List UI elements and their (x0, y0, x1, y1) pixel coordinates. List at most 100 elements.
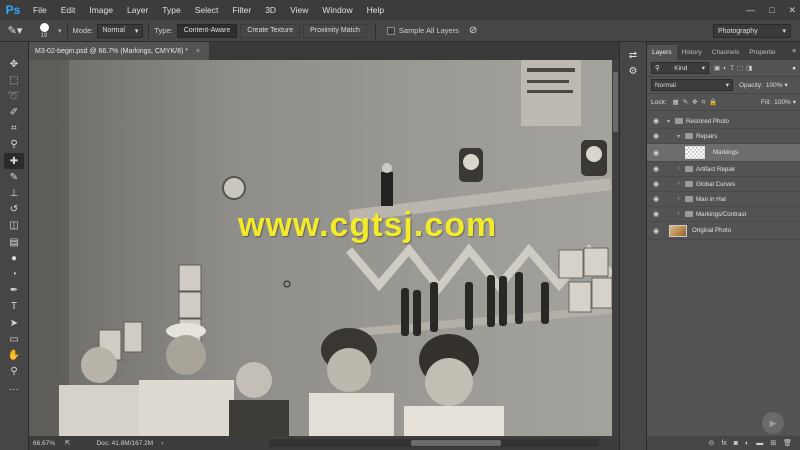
blend-mode-select[interactable]: Normal ▾ (651, 79, 733, 91)
eye-icon[interactable]: ◉ (647, 165, 665, 173)
vertical-scroll-thumb[interactable] (613, 72, 618, 132)
chevron-down-icon[interactable]: ▾ (58, 27, 62, 35)
chevron-down-icon[interactable]: ▾ (784, 81, 787, 89)
quick-select-tool-icon[interactable]: ✐ (4, 105, 24, 121)
zoom-level[interactable]: 66.67% (29, 440, 63, 447)
dodge-tool-icon[interactable]: ◔ (4, 266, 24, 282)
new-layer-icon[interactable]: ⊞ (770, 439, 776, 447)
eye-icon[interactable]: ◉ (647, 210, 665, 218)
vertical-scrollbar[interactable] (612, 60, 619, 436)
document-canvas[interactable] (29, 60, 612, 436)
minimize-button[interactable]: — (746, 5, 755, 15)
spot-healing-brush-icon[interactable]: ✎▾ (0, 20, 30, 42)
tab-properties[interactable]: Propertie (744, 45, 780, 60)
chevron-down-icon[interactable]: ▾ (675, 133, 682, 140)
layer-row-markings-contrast[interactable]: ◉ › Markings/Contrast (647, 207, 800, 222)
layer-row-restored-photo[interactable]: ◉ ▾ Restored Photo (647, 114, 800, 129)
hand-tool-icon[interactable]: ✋ (4, 347, 24, 363)
menu-layer[interactable]: Layer (120, 5, 155, 15)
type-tool-icon[interactable]: T (4, 299, 24, 315)
proximity-match-button[interactable]: Proximity Match (303, 23, 367, 38)
menu-type[interactable]: Type (155, 5, 187, 15)
pen-tool-icon[interactable]: ✒ (4, 283, 24, 299)
eye-icon[interactable]: ◉ (647, 149, 665, 157)
filter-kind-select[interactable]: ⚲ Kind ▾ (651, 62, 709, 74)
opacity-value[interactable]: 100% (766, 82, 783, 89)
eraser-tool-icon[interactable]: ◫ (4, 218, 24, 234)
tab-history[interactable]: History (677, 45, 707, 60)
layer-row-global-curves[interactable]: ◉ › Global Curves (647, 177, 800, 192)
zoom-tool-icon[interactable]: ⚲ (4, 364, 24, 380)
menu-image[interactable]: Image (82, 5, 120, 15)
blur-tool-icon[interactable]: ● (4, 250, 24, 266)
eye-icon[interactable]: ◉ (647, 195, 665, 203)
spot-healing-tool-icon[interactable]: ✚ (4, 153, 24, 170)
move-tool-icon[interactable]: ✥ (4, 56, 24, 72)
lasso-tool-icon[interactable]: ➰ (4, 88, 24, 104)
crop-tool-icon[interactable]: ⌗ (4, 121, 24, 137)
sample-all-layers-checkbox[interactable] (386, 26, 395, 35)
horizontal-scrollbar[interactable] (269, 439, 599, 447)
chevron-right-icon[interactable]: › (675, 196, 682, 202)
eye-icon[interactable]: ◉ (647, 117, 665, 125)
clone-stamp-tool-icon[interactable]: ⊥ (4, 186, 24, 202)
shape-tool-icon[interactable]: ▭ (4, 331, 24, 347)
brush-picker[interactable]: 19 (30, 20, 58, 42)
layer-style-icon[interactable]: fx (721, 440, 726, 447)
new-group-icon[interactable]: ▬ (756, 440, 763, 447)
tab-channels[interactable]: Channels (707, 45, 744, 60)
layer-row-man-in-hat[interactable]: ◉ › Man in Hat (647, 192, 800, 207)
tab-layers[interactable]: Layers (647, 45, 677, 60)
menu-select[interactable]: Select (188, 5, 226, 15)
more-tools-icon[interactable]: … (4, 380, 24, 396)
menu-filter[interactable]: Filter (225, 5, 258, 15)
menu-help[interactable]: Help (360, 5, 391, 15)
menu-3d[interactable]: 3D (258, 5, 283, 15)
share-icon[interactable]: ⇱ (65, 439, 70, 447)
brush-tool-icon[interactable]: ✎ (4, 169, 24, 185)
filter-toggle-icon[interactable]: ● (792, 65, 796, 72)
eye-icon[interactable]: ◉ (647, 132, 665, 140)
lock-icons[interactable]: ▦✎✥⌗🔒 (673, 98, 722, 107)
eye-icon[interactable]: ◉ (647, 180, 665, 188)
marquee-tool-icon[interactable]: ⬚ (4, 72, 24, 88)
maximize-button[interactable]: □ (769, 5, 774, 15)
close-window-button[interactable]: ✕ (788, 5, 796, 16)
layer-row-original-photo[interactable]: ◉ Original Photo (647, 222, 800, 240)
pressure-icon[interactable]: ⊘ (469, 25, 477, 36)
menu-edit[interactable]: Edit (54, 5, 83, 15)
document-tab[interactable]: M3-02-begin.psd @ 66.7% (Markings, CMYK/… (29, 42, 209, 60)
menu-file[interactable]: File (26, 5, 54, 15)
chevron-down-icon[interactable]: ▾ (665, 118, 672, 125)
panel-menu-icon[interactable]: ≡ (792, 48, 800, 55)
content-aware-button[interactable]: Content-Aware (176, 23, 238, 38)
adjustment-layer-icon[interactable]: ◐ (745, 440, 749, 447)
chevron-down-icon[interactable]: ▾ (793, 98, 796, 106)
history-brush-tool-icon[interactable]: ↺ (4, 202, 24, 218)
path-select-tool-icon[interactable]: ➤ (4, 315, 24, 331)
menu-window[interactable]: Window (315, 5, 359, 15)
workspace-select[interactable]: Photography ▾ (713, 24, 791, 38)
chevron-right-icon[interactable]: › (675, 211, 682, 217)
layer-row-repairs[interactable]: ◉ ▾ Repairs (647, 129, 800, 144)
history-panel-icon[interactable]: ⇄ (629, 50, 637, 66)
delete-layer-icon[interactable]: 🗑 (783, 439, 792, 447)
add-mask-icon[interactable]: ◙ (734, 440, 738, 447)
filter-icons[interactable]: ▣◐T⬚◨ (714, 64, 755, 72)
adjustments-panel-icon[interactable]: ⚙ (629, 66, 638, 82)
menu-view[interactable]: View (283, 5, 315, 15)
create-texture-button[interactable]: Create Texture (240, 23, 301, 38)
link-layers-icon[interactable]: ⊝ (708, 439, 714, 447)
chevron-right-icon[interactable]: › (675, 181, 682, 187)
eyedropper-tool-icon[interactable]: ⚲ (4, 137, 24, 153)
mode-select[interactable]: Normal ▾ (97, 23, 144, 38)
layer-row-artifact-repair[interactable]: ◉ › Artifact Repair (647, 162, 800, 177)
fill-value[interactable]: 100% (774, 99, 791, 106)
layer-row-markings[interactable]: ◉ Markings (647, 144, 800, 162)
horizontal-scroll-thumb[interactable] (411, 440, 501, 446)
eye-icon[interactable]: ◉ (647, 227, 665, 235)
chevron-right-icon[interactable]: › (161, 440, 163, 447)
chevron-right-icon[interactable]: › (675, 166, 682, 172)
close-icon[interactable]: × (196, 48, 200, 55)
play-icon[interactable]: ▶ (762, 412, 784, 434)
